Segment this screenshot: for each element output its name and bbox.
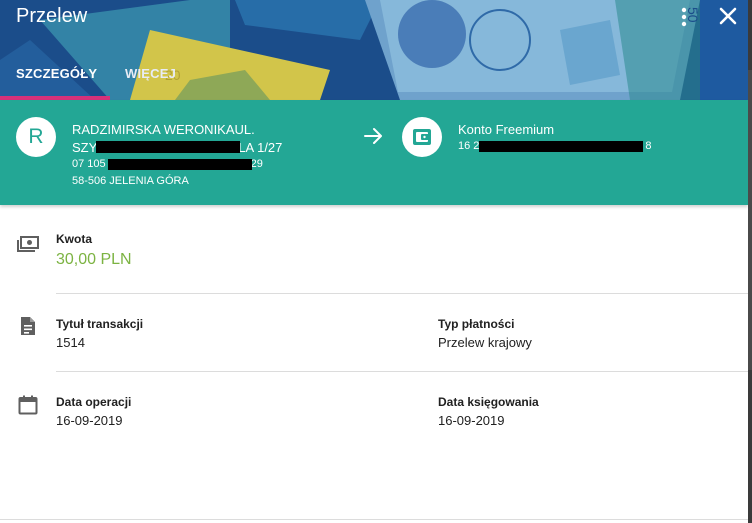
sender-city: 58-506 JELENIA GÓRA xyxy=(72,175,189,187)
divider xyxy=(56,293,748,294)
transaction-title-value: 1514 xyxy=(56,335,85,350)
account-avatar xyxy=(402,117,442,157)
banknotes-background: 50 20 xyxy=(0,0,748,100)
header: 50 20 Przelew SZCZEGÓŁY WIĘCEJ xyxy=(0,0,748,100)
transaction-title-label: Tytuł transakcji xyxy=(56,317,144,331)
operation-date-label: Data operacji xyxy=(56,395,132,409)
sender-account-start: 07 105 xyxy=(72,158,106,170)
recipient-account-name: Konto Freemium xyxy=(458,122,555,137)
operation-date-value: 16-09-2019 xyxy=(56,413,123,428)
transfer-details-panel: 50 20 Przelew SZCZEGÓŁY WIĘCEJ R RADZIMI… xyxy=(0,0,748,523)
calendar-icon xyxy=(18,395,38,415)
arrow-right-icon xyxy=(364,128,382,144)
transfer-summary: R RADZIMIRSKA WERONIKAUL. SZY LA 1/27 07 … xyxy=(0,100,748,205)
sender-name: RADZIMIRSKA WERONIKAUL. xyxy=(72,122,255,137)
booking-date-value: 16-09-2019 xyxy=(438,413,505,428)
more-vert-icon[interactable] xyxy=(673,6,695,28)
document-icon xyxy=(21,317,35,335)
close-icon[interactable] xyxy=(716,4,740,28)
avatar: R xyxy=(16,117,56,157)
sender-street-start: SZY xyxy=(72,140,98,155)
amount-value: 30,00 PLN xyxy=(56,251,132,268)
scrollbar-track[interactable] xyxy=(748,0,752,523)
sender-account-end: 29 xyxy=(250,158,263,170)
redaction-bar xyxy=(479,141,643,152)
page-title: Przelew xyxy=(16,5,88,27)
payment-type-value: Przelew krajowy xyxy=(438,335,532,350)
divider xyxy=(56,371,748,372)
sender-street-end: LA 1/27 xyxy=(238,140,283,155)
redaction-bar xyxy=(96,141,240,153)
tab-details[interactable]: SZCZEGÓŁY xyxy=(16,66,97,81)
divider xyxy=(0,519,748,520)
recipient-account-end: 8 xyxy=(645,140,652,152)
scrollbar-thumb[interactable] xyxy=(748,70,752,370)
booking-date-label: Data księgowania xyxy=(438,395,539,409)
payment-type-label: Typ płatności xyxy=(438,317,515,331)
amount-label: Kwota xyxy=(56,232,92,246)
recipient-account-start: 16 2 xyxy=(458,140,480,152)
redaction-bar xyxy=(108,159,252,170)
tab-more[interactable]: WIĘCEJ xyxy=(125,66,176,81)
wallet-icon xyxy=(413,129,431,145)
money-icon xyxy=(17,236,39,252)
